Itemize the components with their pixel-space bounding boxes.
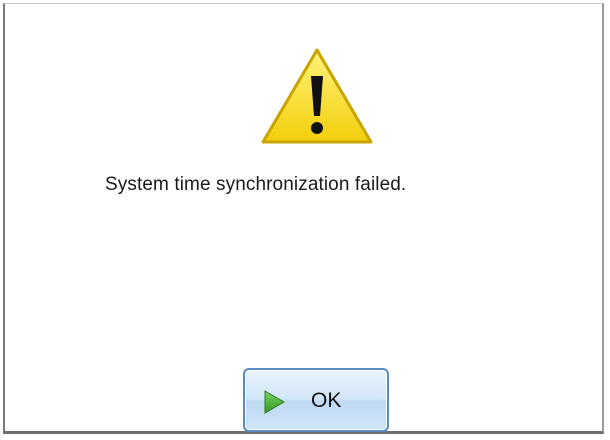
ok-button[interactable]: OK (243, 368, 389, 432)
warning-icon (261, 48, 373, 144)
play-icon (264, 390, 285, 414)
error-message: System time synchronization failed. (105, 174, 407, 195)
alert-dialog: System time synchronization failed. OK (3, 3, 604, 434)
ok-button-label: OK (311, 389, 342, 412)
